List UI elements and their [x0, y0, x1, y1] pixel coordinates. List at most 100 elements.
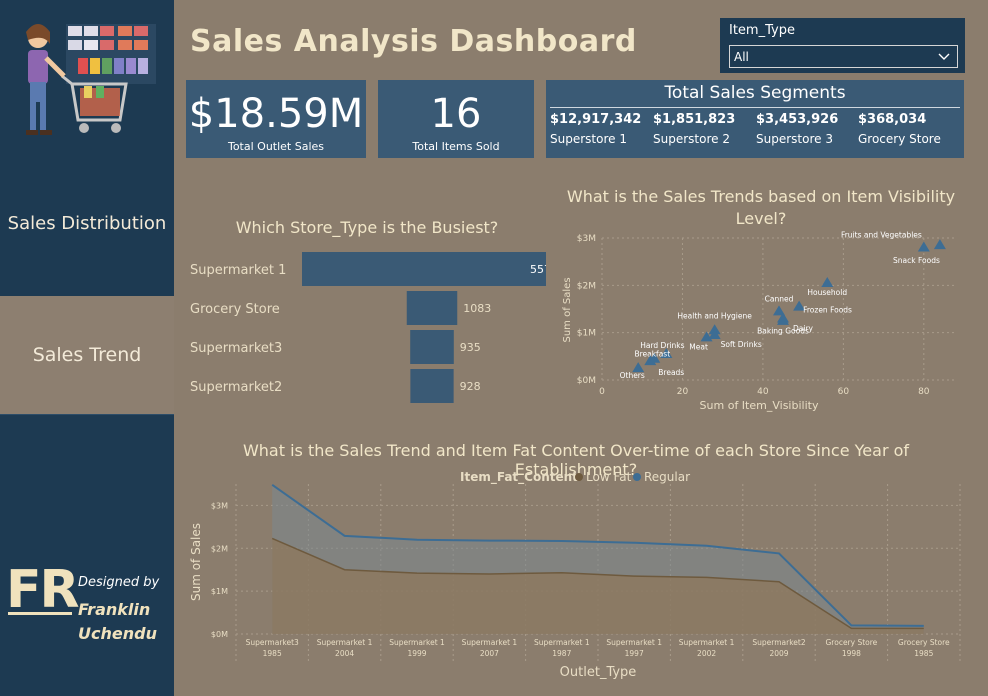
y-tick-label: $2M — [577, 281, 596, 291]
x-tick-label: Grocery Store — [826, 638, 878, 647]
bar-value-label: 5577 — [530, 263, 546, 276]
slicer-label: Item_Type — [729, 23, 795, 38]
segment-name: Superstore 2 — [653, 132, 730, 146]
shopping-cart-icon — [26, 24, 156, 135]
point-label: Baking Goods — [757, 326, 809, 335]
sidebar: Sales Distribution Sales Trend FR Design… — [0, 0, 174, 696]
x-tick-label: 1985 — [914, 649, 933, 658]
sales-segments-card: Total Sales Segments $12,917,342 Superst… — [546, 80, 964, 158]
x-tick-label: Supermarket 1 — [679, 638, 735, 647]
item-type-dropdown[interactable]: All — [729, 45, 958, 68]
nav-sales-trend[interactable]: Sales Trend — [0, 296, 174, 414]
y-tick-label: $0M — [577, 376, 596, 386]
x-tick-label: Supermarket 1 — [462, 638, 518, 647]
bar — [410, 330, 454, 364]
x-tick-label: Grocery Store — [898, 638, 950, 647]
segment-name: Superstore 1 — [550, 132, 627, 146]
x-tick-label: 60 — [838, 387, 850, 397]
x-tick-label: Supermarket 1 — [317, 638, 373, 647]
point-label: Meat — [689, 342, 708, 351]
segment-name: Grocery Store — [858, 132, 941, 146]
scatter-point — [917, 241, 930, 252]
y-tick-label: $1M — [211, 587, 228, 596]
segment-value: $368,034 — [858, 112, 927, 127]
busiest-store-chart-title: Which Store_Type is the Busiest? — [235, 218, 499, 237]
x-axis-title: Outlet_Type — [560, 665, 637, 680]
scatter-point — [933, 239, 946, 250]
legend-label-regular: Regular — [644, 470, 690, 484]
point-label: Soft Drinks — [721, 340, 762, 349]
segment-superstore-2: $1,851,823 Superstore 2 — [653, 112, 735, 146]
x-axis-title: Sum of Item_Visibility — [700, 399, 819, 412]
x-tick-label: Supermarket 1 — [534, 638, 590, 647]
point-label: Health and Hygiene — [677, 311, 752, 320]
x-tick-label: 20 — [677, 387, 689, 397]
y-tick-label: $3M — [211, 501, 228, 510]
point-label: Snack Foods — [893, 256, 940, 265]
chevron-down-icon — [938, 53, 950, 60]
x-tick-label: 1999 — [407, 649, 426, 658]
bar — [406, 291, 458, 325]
bar — [302, 252, 546, 286]
y-axis-title: Sum of Sales — [562, 277, 573, 342]
segment-name: Superstore 3 — [756, 132, 833, 146]
item-type-slicer: Item_Type All — [720, 18, 965, 73]
x-tick-label: 1997 — [625, 649, 644, 658]
x-tick-label: 40 — [757, 387, 769, 397]
x-tick-label: 0 — [599, 387, 605, 397]
legend-title: Item_Fat_Content — [460, 470, 578, 485]
scatter-point — [821, 276, 834, 287]
x-tick-label: 1987 — [552, 649, 571, 658]
bar-value-label: 935 — [460, 341, 481, 354]
bar — [410, 369, 454, 403]
segment-grocery-store: $368,034 Grocery Store — [858, 112, 941, 146]
segment-value: $12,917,342 — [550, 112, 642, 127]
legend-label-low-fat: Low Fat — [586, 470, 632, 484]
x-tick-label: Supermarket2 — [752, 638, 805, 647]
total-sales-value: $18.59M — [188, 91, 364, 137]
y-tick-label: $0M — [211, 630, 228, 639]
slicer-selected-value: All — [734, 50, 749, 64]
designer-name: Franklin Uchendu — [78, 598, 157, 646]
point-label: Fruits and Vegetables — [841, 230, 922, 239]
point-label: Frozen Foods — [803, 306, 852, 315]
point-label: Hard Drinks — [640, 341, 684, 350]
fat-content-area-chart: Item_Fat_Content Low Fat Regular $0M $1M $2M $… — [189, 470, 961, 680]
total-sales-label: Total Outlet Sales — [227, 140, 325, 153]
point-label: Others — [620, 371, 645, 380]
legend-marker-low-fat — [575, 473, 583, 481]
point-label: Breakfast — [634, 350, 670, 359]
x-tick-label: 1998 — [842, 649, 861, 658]
nav-sales-distribution[interactable]: Sales Distribution — [0, 150, 174, 296]
designed-by-label: Designed by — [78, 575, 160, 590]
point-label: Canned — [765, 294, 794, 303]
y-tick-label: $2M — [211, 544, 228, 553]
x-tick-label: 2002 — [697, 649, 716, 658]
segment-superstore-3: $3,453,926 Superstore 3 — [756, 112, 838, 146]
visibility-scatter-chart: $0M $1M $2M $3M 0 20 40 60 80 Sum of Item_Visibil… — [562, 230, 956, 412]
bar-category-label: Supermarket3 — [190, 341, 282, 356]
visibility-chart-title: What is the Sales Trends based on Item V… — [566, 187, 956, 228]
x-tick-label: 1985 — [263, 649, 282, 658]
total-items-value: 16 — [430, 91, 482, 137]
point-label: Breads — [658, 368, 684, 377]
sidebar-divider — [0, 414, 174, 415]
x-tick-label: Supermarket 1 — [389, 638, 445, 647]
segment-value: $3,453,926 — [756, 112, 839, 127]
x-tick-label: 2004 — [335, 649, 354, 658]
segment-value: $1,851,823 — [653, 112, 736, 127]
x-tick-label: Supermarket 1 — [606, 638, 662, 647]
designer-first-name: Franklin — [78, 600, 151, 619]
segments-title: Total Sales Segments — [664, 83, 846, 103]
point-label: Household — [807, 288, 847, 297]
x-tick-label: 2009 — [769, 649, 788, 658]
bar-category-label: Supermarket2 — [190, 380, 282, 395]
total-items-card: 16 Total Items Sold — [378, 80, 534, 158]
x-tick-label: 80 — [918, 387, 930, 397]
x-tick-label: 2007 — [480, 649, 499, 658]
x-tick-label: Supermarket3 — [246, 638, 299, 647]
y-tick-label: $3M — [577, 234, 596, 244]
bar-value-label: 1083 — [463, 302, 491, 315]
total-sales-card: $18.59M Total Outlet Sales — [186, 80, 366, 158]
y-axis-title: Sum of Sales — [189, 523, 203, 601]
